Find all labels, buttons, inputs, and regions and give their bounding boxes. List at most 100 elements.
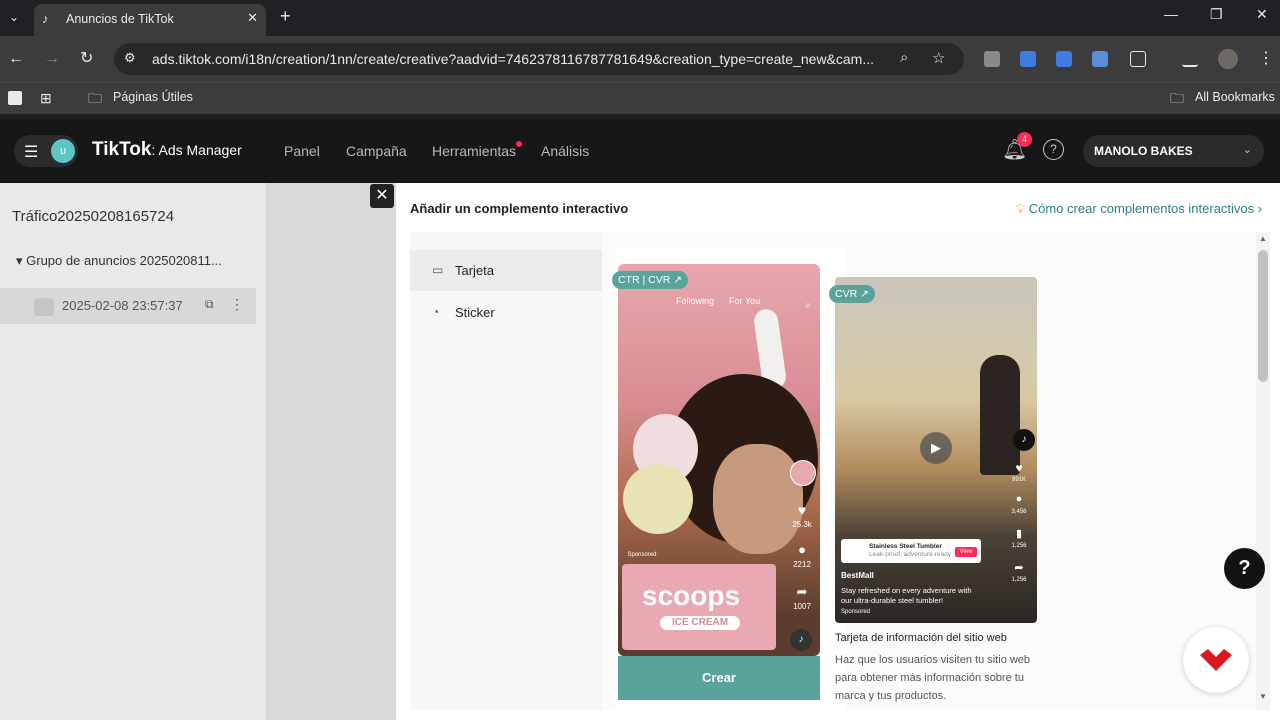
sidebar-item-tarjeta[interactable]: ▭ Tarjeta [410, 250, 602, 291]
profile-avatar-icon[interactable] [1218, 49, 1238, 69]
comment-icon: ● [798, 542, 806, 557]
menu-toggle[interactable]: ☰ u [14, 135, 78, 167]
help-link[interactable]: 💡︎ Cómo crear complementos interactivos … [1016, 201, 1262, 217]
nav-analisis[interactable]: Análisis [541, 143, 589, 159]
share-icon: ➦ [1014, 562, 1024, 574]
nav-campana[interactable]: Campaña [346, 143, 407, 159]
modal-title: Añadir un complemento interactivo [410, 201, 629, 216]
view-button: View [955, 547, 977, 557]
tiktok-icon: ♪ [1013, 429, 1035, 451]
like-icon: ♥ [797, 502, 807, 518]
tab-close-icon[interactable]: ✕ [247, 10, 258, 26]
chevron-down-icon: ⌄ [1242, 144, 1252, 156]
window-close-icon[interactable]: ✕ [1256, 6, 1268, 23]
ice-cream-scoop2-image [623, 464, 693, 534]
card-icon: ▭ [432, 263, 444, 277]
campaign-tree-panel: Tráfico20250208165724 ▾ Grupo de anuncio… [0, 183, 396, 720]
new-tab-icon[interactable]: + [280, 6, 291, 27]
tiktok-favicon-icon: ♪ [42, 11, 49, 26]
assistant-logo-icon [1200, 649, 1232, 671]
browser-tab[interactable]: ♪ Anuncios de TikTok ✕ [34, 4, 266, 36]
ad-thumbnail-icon [34, 298, 54, 316]
account-selector[interactable]: MANOLO BAKES ⌄ [1083, 135, 1264, 167]
tiktok-ads-logo[interactable]: TikTok: Ads Manager [92, 139, 242, 161]
more-options-icon[interactable]: ⋮ [230, 296, 244, 313]
scroll-up-icon[interactable]: ▲ [1259, 234, 1267, 243]
website-card-title: Tarjeta de información del sitio web [835, 632, 1007, 644]
extensions-puzzle-icon[interactable] [1130, 51, 1146, 67]
minimize-icon[interactable]: — [1164, 6, 1178, 22]
crear-button[interactable]: Crear [618, 656, 820, 700]
save-icon: ▮ [1015, 528, 1023, 540]
bookmark-app-icon[interactable] [8, 91, 22, 105]
scoops-ad-card: scoops ICE CREAM [622, 564, 776, 650]
lightbulb-icon: 💡︎ [1016, 201, 1026, 216]
browser-menu-icon[interactable]: ⋮ [1258, 49, 1274, 69]
help-icon[interactable]: ? [1043, 139, 1064, 160]
account-name: MANOLO BAKES [1094, 144, 1193, 158]
music-disc-icon: ♪ [790, 629, 812, 651]
sticker-icon: ◔ [432, 305, 440, 319]
forward-icon[interactable]: → [44, 49, 60, 69]
nav-herramientas[interactable]: Herramientas [432, 141, 523, 159]
ads-manager-header: ☰ u TikTok: Ads Manager Panel Campaña He… [0, 119, 1280, 183]
extension-tag-icon[interactable] [1020, 51, 1036, 67]
apps-grid-icon[interactable]: ⊞ [40, 90, 52, 107]
zoom-icon[interactable]: ⌕ [900, 49, 908, 66]
extension-window-icon[interactable] [1092, 51, 1108, 67]
copy-icon[interactable]: ⧉ [205, 297, 214, 312]
help-chat-button[interactable]: ? [1224, 548, 1265, 589]
user-avatar[interactable]: u [51, 139, 75, 163]
browser-toolbar: ← → ↻ ⚙ ads.tiktok.com/i18n/creation/1nn… [0, 36, 1280, 82]
reload-icon[interactable]: ↻ [80, 49, 93, 69]
tab-search-chevron-icon[interactable]: ⌄ [4, 6, 24, 28]
all-bookmarks-folder-icon: 🗀 [1170, 90, 1184, 106]
assistant-fab[interactable] [1183, 627, 1249, 693]
tab-title: Anuncios de TikTok [66, 12, 174, 26]
new-indicator-dot [516, 141, 523, 147]
modal-body: ▭ Tarjeta ◔ Sticker Following For You ⌕ … [410, 232, 1256, 710]
chevron-right-icon: › [1257, 201, 1263, 216]
restore-icon[interactable]: ❐ [1210, 6, 1223, 23]
notification-badge: 4 [1017, 132, 1032, 147]
phone-search-icon: ⌕ [805, 300, 811, 311]
ad-item[interactable]: 2025-02-08 23:57:37 ⧉ ⋮ [0, 288, 256, 324]
all-bookmarks-label[interactable]: All Bookmarks [1195, 90, 1275, 104]
campaign-name[interactable]: Tráfico20250208165724 [12, 208, 174, 225]
modal-scrollbar[interactable]: ▲ ▼ [1256, 232, 1270, 710]
bookmark-folder-label[interactable]: Páginas Útiles [113, 90, 193, 104]
address-bar[interactable]: ⚙ ads.tiktok.com/i18n/creation/1nn/creat… [114, 43, 964, 75]
browser-tabbar: ⌄ ♪ Anuncios de TikTok ✕ + — ❐ ✕ [0, 0, 1280, 36]
comment-icon: ● [1015, 493, 1023, 505]
hiker-image [980, 355, 1020, 475]
creator-avatar-icon [790, 460, 816, 486]
bookmarks-bar: ⊞ 🗀 Páginas Útiles 🗀 All Bookmarks [0, 82, 1280, 114]
ad-group-item[interactable]: ▾ Grupo de anuncios 2025020811... [16, 253, 222, 269]
ice-cream-preview[interactable]: Following For You ⌕ ♥ 25.3k ● 2212 ➦ 100… [618, 264, 820, 656]
panel-overlay [266, 183, 396, 720]
sidebar-item-sticker[interactable]: ◔ Sticker [410, 292, 602, 333]
website-card-description: Haz que los usuarios visiten tu sitio we… [835, 654, 1031, 702]
media-queue-icon[interactable] [1182, 51, 1198, 67]
like-icon: ♥ [1015, 461, 1023, 475]
extension-tag2-icon[interactable] [1056, 51, 1072, 67]
hamburger-icon[interactable]: ☰ [24, 142, 38, 162]
scroll-thumb[interactable] [1258, 250, 1268, 382]
back-icon[interactable]: ← [8, 49, 24, 69]
website-card-preview[interactable]: ▶ ♪ ♥ 991K ● 3,456 ▮ 1,256 ➦ 1,256 Stain… [835, 277, 1037, 623]
site-settings-icon[interactable]: ⚙ [124, 50, 136, 66]
ctr-cvr-tag: CTR | CVR ↗ [612, 271, 689, 289]
play-icon: ▶ [920, 432, 952, 464]
bookmark-star-icon[interactable]: ☆ [932, 49, 945, 67]
nav-panel[interactable]: Panel [284, 143, 320, 159]
interactive-addon-modal: Añadir un complemento interactivo 💡︎ Cóm… [396, 183, 1280, 720]
share-icon: ➦ [796, 584, 808, 599]
ad-name: 2025-02-08 23:57:37 [62, 298, 183, 313]
face-image [713, 444, 803, 554]
extension-code-icon[interactable] [984, 51, 1000, 67]
phone-feed-tabs: Following For You [676, 296, 761, 306]
scroll-down-icon[interactable]: ▼ [1259, 692, 1267, 701]
url-text[interactable]: ads.tiktok.com/i18n/creation/1nn/create/… [152, 51, 882, 67]
close-drawer-icon[interactable]: ✕ [370, 184, 394, 208]
cvr-tag: CVR ↗ [829, 285, 875, 303]
